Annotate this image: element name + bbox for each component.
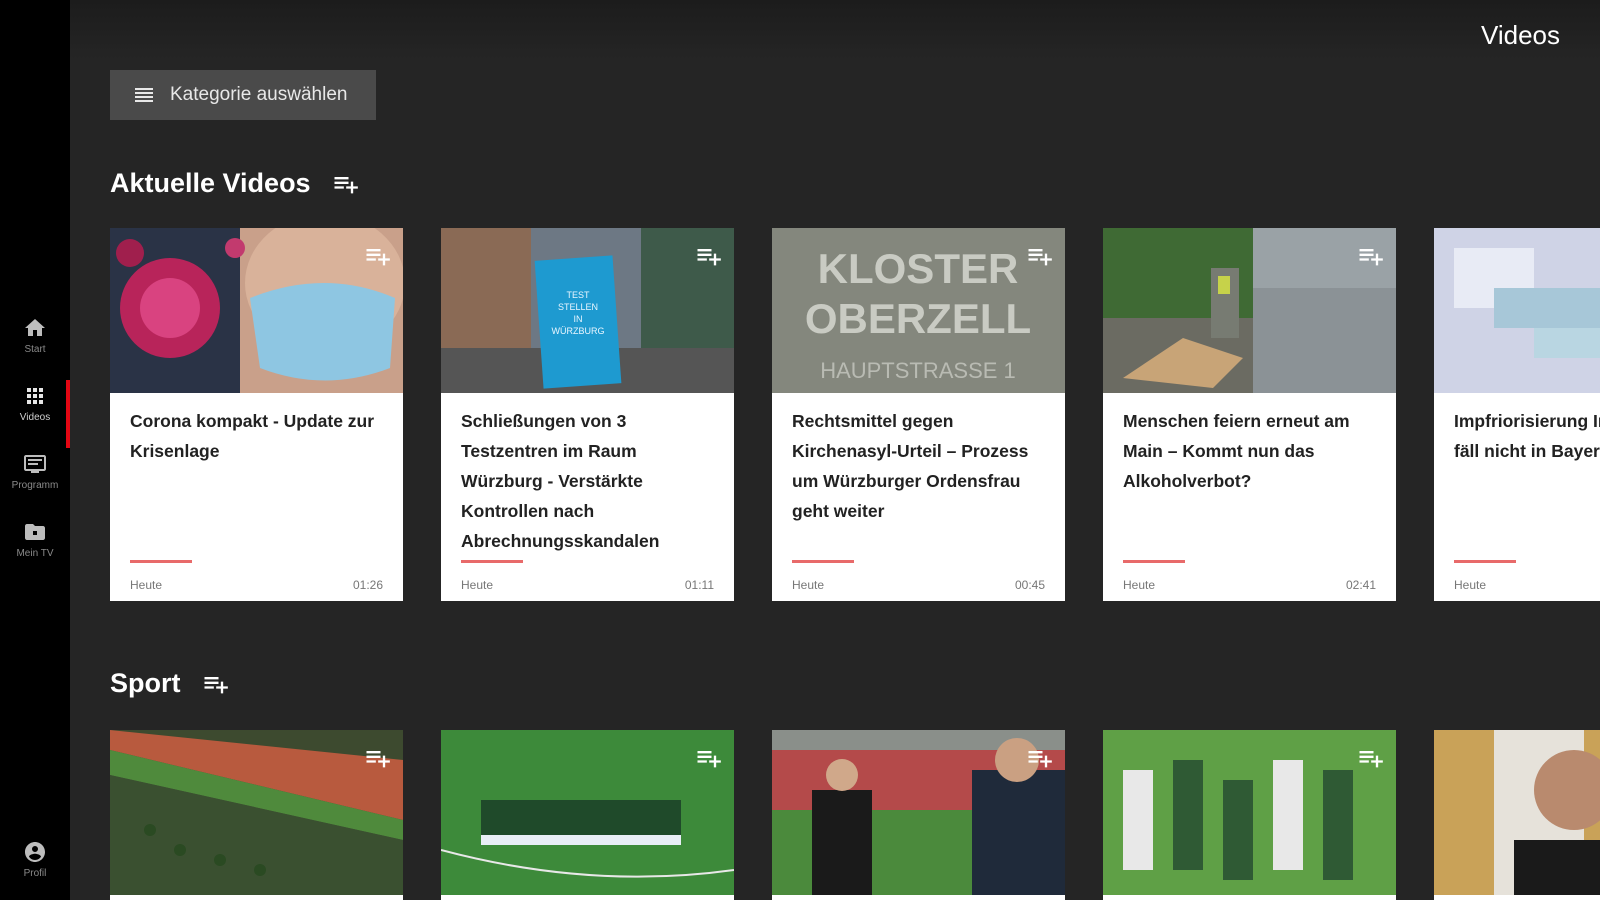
progress-line xyxy=(1454,560,1516,563)
playlist-add-icon[interactable] xyxy=(363,242,391,270)
sidebar-item-label: Programm xyxy=(11,480,59,491)
video-thumbnail xyxy=(772,730,1065,895)
tv-icon xyxy=(24,455,46,473)
home-icon xyxy=(25,319,45,336)
video-title: Corona kompakt - Update zur Krisenlage xyxy=(130,411,375,461)
sidebar-item-meintv[interactable]: Mein TV xyxy=(0,520,70,559)
video-date: Heute xyxy=(461,578,494,592)
sidebar-item-start[interactable]: Start xyxy=(0,316,70,355)
video-row-sport xyxy=(110,730,1600,900)
video-card[interactable] xyxy=(441,730,734,900)
progress-line xyxy=(792,560,854,563)
video-duration: 00:45 xyxy=(1014,578,1045,592)
progress-line xyxy=(130,560,192,563)
video-thumbnail xyxy=(1434,228,1600,393)
playlist-add-icon[interactable] xyxy=(1356,744,1384,772)
video-date: Heute xyxy=(130,578,163,592)
svg-text:HAUPTSTRASSE 1: HAUPTSTRASSE 1 xyxy=(820,358,1016,383)
folder-icon xyxy=(25,524,45,540)
video-thumbnail xyxy=(1103,228,1396,393)
playlist-add-icon[interactable] xyxy=(331,170,359,198)
sidebar-item-label: Videos xyxy=(19,412,51,423)
svg-text:OBERZELL: OBERZELL xyxy=(805,295,1031,342)
sidebar: Start Videos Programm Mein TV Profil xyxy=(0,0,70,900)
video-row-aktuelle: Corona kompakt - Update zur Krisenlage H… xyxy=(110,228,1600,601)
sidebar-item-videos[interactable]: Videos xyxy=(0,384,70,423)
video-title: Rechtsmittel gegen Kirchenasyl-Urteil – … xyxy=(792,411,1029,521)
playlist-add-icon[interactable] xyxy=(694,242,722,270)
category-select-button[interactable]: Kategorie auswählen xyxy=(110,70,376,120)
video-card[interactable]: Impfriorisierung Impfzentren fäll nicht … xyxy=(1434,228,1600,601)
playlist-add-icon[interactable] xyxy=(201,670,229,698)
svg-text:WÜRZBURG: WÜRZBURG xyxy=(552,326,605,336)
video-card[interactable]: KLOSTER OBERZELL HAUPTSTRASSE 1 Rechtsmi… xyxy=(772,228,1065,601)
video-thumbnail xyxy=(1434,730,1600,895)
video-date: Heute xyxy=(1123,578,1156,592)
video-thumbnail: KLOSTER OBERZELL HAUPTSTRASSE 1 xyxy=(772,228,1065,393)
progress-line xyxy=(1123,560,1185,563)
svg-text:IN: IN xyxy=(574,314,583,324)
sidebar-item-programm[interactable]: Programm xyxy=(0,452,70,491)
svg-text:STELLEN: STELLEN xyxy=(558,302,598,312)
video-thumbnail xyxy=(110,228,403,393)
thumb-kloster-text: KLOSTER xyxy=(818,245,1019,292)
video-title: Impfriorisierung Impfzentren fäll nicht … xyxy=(1454,411,1600,461)
video-date: Heute xyxy=(1454,578,1487,592)
video-duration: 02:41 xyxy=(1345,578,1376,592)
video-card[interactable] xyxy=(110,730,403,900)
video-duration: 01:26 xyxy=(352,578,383,592)
sidebar-item-label: Profil xyxy=(23,868,47,879)
section-title-text: Aktuelle Videos xyxy=(110,168,311,198)
video-thumbnail: TEST STELLEN IN WÜRZBURG xyxy=(441,228,734,393)
video-date: Heute xyxy=(792,578,825,592)
video-title: Schließungen von 3 Testzentren im Raum W… xyxy=(461,411,660,551)
list-icon xyxy=(135,88,153,102)
video-thumbnail xyxy=(1103,730,1396,895)
video-card[interactable]: Menschen feiern erneut am Main – Kommt n… xyxy=(1103,228,1396,601)
section-title-aktuelle-videos: Aktuelle Videos xyxy=(110,168,359,199)
section-title-sport: Sport xyxy=(110,668,229,699)
playlist-add-icon[interactable] xyxy=(1025,242,1053,270)
sidebar-item-label: Start xyxy=(24,344,46,355)
playlist-add-icon[interactable] xyxy=(694,744,722,772)
playlist-add-icon[interactable] xyxy=(363,744,391,772)
thumb-sign-text: TEST xyxy=(566,290,590,300)
video-duration: 01:11 xyxy=(684,578,714,592)
section-title-text: Sport xyxy=(110,668,181,698)
video-card[interactable] xyxy=(1434,730,1600,900)
main-content: Videos Kategorie auswählen Aktuelle Vide… xyxy=(70,0,1600,900)
video-card[interactable] xyxy=(772,730,1065,900)
video-card[interactable]: TEST STELLEN IN WÜRZBURG Schließungen vo… xyxy=(441,228,734,601)
profile-icon xyxy=(25,842,45,862)
playlist-add-icon[interactable] xyxy=(1356,242,1384,270)
playlist-add-icon[interactable] xyxy=(1025,744,1053,772)
video-thumbnail xyxy=(110,730,403,895)
video-card[interactable]: Corona kompakt - Update zur Krisenlage H… xyxy=(110,228,403,601)
sidebar-item-profil[interactable]: Profil xyxy=(0,840,70,879)
video-card[interactable] xyxy=(1103,730,1396,900)
grid-icon xyxy=(27,388,43,404)
progress-line xyxy=(461,560,523,563)
video-thumbnail xyxy=(441,730,734,895)
page-title: Videos xyxy=(1480,20,1560,50)
category-select-label: Kategorie auswählen xyxy=(170,84,348,105)
top-bar xyxy=(70,0,1600,60)
sidebar-item-label: Mein TV xyxy=(16,548,54,559)
video-title: Menschen feiern erneut am Main – Kommt n… xyxy=(1123,411,1350,491)
